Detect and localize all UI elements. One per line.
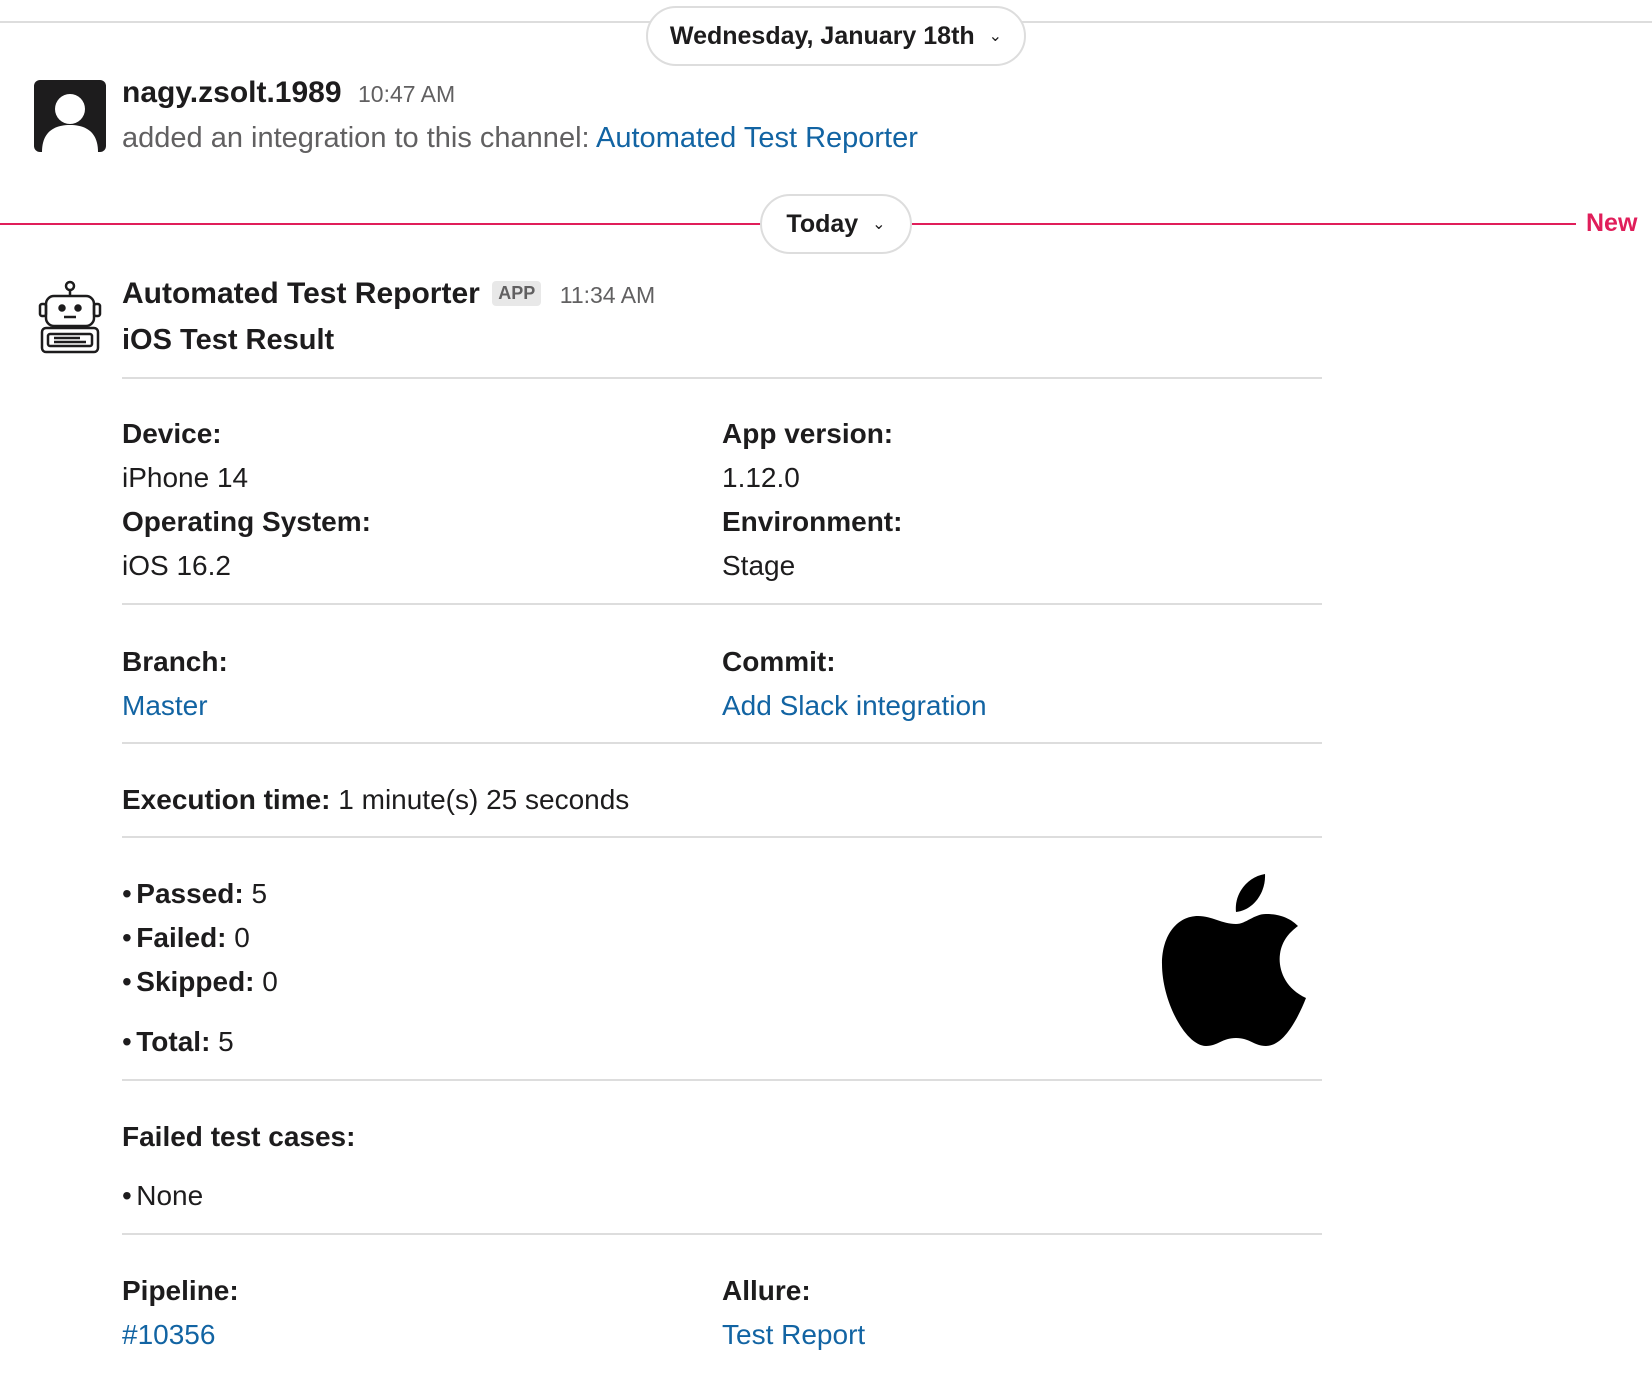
message1-header: nagy.zsolt.1989 10:47 AM [122,76,455,110]
execution-time: Execution time: 1 minute(s) 25 seconds [122,784,629,816]
new-label: New [1586,209,1638,237]
section-divider [122,377,1322,379]
chevron-down-icon: ⌄ [988,28,1003,45]
section-divider [122,742,1322,744]
total-value: 5 [210,1026,234,1057]
result-total: • Total: 5 [122,1026,234,1058]
app-version-value: 1.12.0 [722,462,800,493]
message2-title: iOS Test Result [122,324,335,356]
device-label: Device: [122,418,222,449]
allure-label: Allure: [722,1275,811,1306]
failed-label: Failed: [136,922,227,953]
os-label: Operating System: [122,506,371,537]
message1-time[interactable]: 10:47 AM [358,81,455,107]
passed-value: 5 [243,878,268,909]
passed-label: Passed: [136,878,244,909]
bullet: • [122,922,132,953]
pipeline-link[interactable]: #10356 [122,1319,215,1351]
user-avatar[interactable] [34,80,106,152]
failed-case-text: None [136,1180,204,1211]
environment-value: Stage [722,550,796,581]
commit-link[interactable]: Add Slack integration [722,690,987,722]
section-divider [122,1079,1322,1081]
message1-body: added an integration to this channel: Au… [122,122,918,155]
branch-link[interactable]: Master [122,690,208,722]
platform-logo[interactable] [1160,872,1310,1048]
branch-label: Branch: [122,646,228,677]
bullet: • [122,1180,132,1211]
message1-text: added an integration to this channel: [122,122,597,154]
today-divider-button[interactable]: Today ⌄ [760,194,912,254]
app-badge: APP [492,281,542,306]
commit-label: Commit: [722,646,836,677]
app-version-label: App version: [722,418,894,449]
section-divider [122,603,1322,605]
robot-icon [38,280,102,354]
skipped-label: Skipped: [136,966,255,997]
section-divider [122,1233,1322,1235]
message2-author[interactable]: Automated Test Reporter [122,277,480,310]
section-divider [122,836,1322,838]
device-value: iPhone 14 [122,462,249,493]
bot-avatar[interactable] [36,280,104,356]
bullet: • [122,966,132,997]
os-value: iOS 16.2 [122,550,231,581]
message2-time[interactable]: 11:34 AM [560,282,655,308]
allure-link[interactable]: Test Report [722,1319,865,1351]
message1-author[interactable]: nagy.zsolt.1989 [122,76,342,109]
message2-header: Automated Test Reporter APP 11:34 AM [122,277,655,311]
today-divider-label: Today [786,209,859,238]
failed-value: 0 [226,922,250,953]
execution-time-value: 1 minute(s) 25 seconds [330,784,630,815]
apple-logo-icon [1162,874,1306,1046]
integration-link[interactable]: Automated Test Reporter [596,122,918,154]
result-failed: • Failed: 0 [122,922,250,954]
environment-label: Environment: [722,506,903,537]
pipeline-label: Pipeline: [122,1275,239,1306]
chevron-down-icon: ⌄ [872,216,886,233]
date-divider-button[interactable]: Wednesday, January 18th ⌄ [646,6,1026,66]
result-passed: • Passed: 5 [122,878,267,910]
bullet: • [122,1026,132,1057]
execution-time-label: Execution time: [122,784,331,815]
total-label: Total: [136,1026,211,1057]
failed-case-item: • None [122,1180,203,1212]
bullet: • [122,878,132,909]
result-skipped: • Skipped: 0 [122,966,278,998]
date-divider-label: Wednesday, January 18th [669,21,975,50]
user-silhouette-icon [42,94,98,152]
skipped-value: 0 [254,966,278,997]
failed-cases-label: Failed test cases: [122,1121,356,1152]
